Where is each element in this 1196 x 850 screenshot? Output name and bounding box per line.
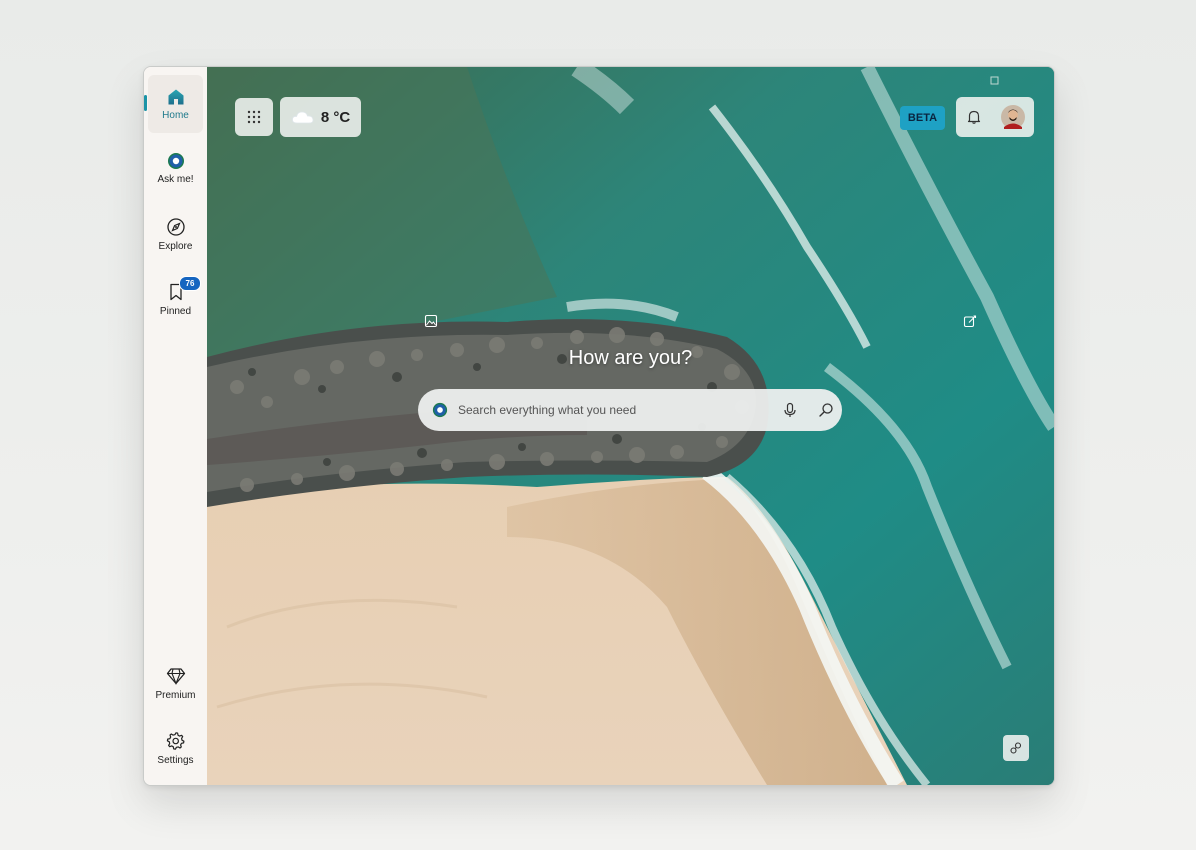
app-window: Home Ask me! Explore 76 Pinned Premium S… [143, 66, 1055, 786]
pinned-count-badge: 76 [179, 276, 201, 291]
customize-icon [1010, 742, 1022, 754]
edit-icon[interactable] [963, 314, 977, 328]
diamond-icon [166, 667, 185, 685]
sidebar-item-label: Explore [158, 240, 193, 252]
search-input[interactable] [456, 402, 770, 418]
beta-badge: BETA [900, 106, 945, 130]
sidebar-item-explore[interactable]: Explore [148, 205, 203, 263]
sidebar-item-label: Ask me! [157, 173, 194, 185]
active-indicator [144, 95, 147, 111]
main-content: 8 °C BETA How are you? Search everything… [207, 67, 1054, 785]
weather-temperature: 8 °C [320, 108, 351, 126]
weather-widget[interactable]: 8 °C [280, 97, 361, 137]
customize-button[interactable] [1003, 735, 1029, 761]
account-controls [956, 97, 1034, 137]
window-controls [990, 76, 999, 85]
sidebar-item-label: Home [162, 109, 189, 121]
search-bar[interactable] [418, 389, 842, 431]
sidebar-item-label: Pinned [159, 305, 192, 317]
sidebar-item-home[interactable]: Home [148, 75, 203, 133]
gear-icon [166, 731, 184, 750]
home-icon [168, 89, 183, 104]
bell-icon[interactable] [966, 109, 982, 125]
apps-button[interactable] [235, 98, 273, 136]
sidebar-item-label: Premium [155, 689, 196, 701]
sidebar-item-pinned[interactable]: 76 Pinned [148, 270, 203, 328]
compass-icon [166, 217, 185, 236]
sidebar-item-label: Settings [157, 754, 194, 766]
ask-me-icon [167, 152, 184, 169]
change-wallpaper-icon[interactable] [424, 314, 438, 328]
app-grid-icon [247, 110, 261, 124]
sidebar: Home Ask me! Explore 76 Pinned Premium S… [144, 67, 207, 785]
cloud-icon [291, 111, 314, 124]
sidebar-item-premium[interactable]: Premium [148, 654, 203, 712]
sidebar-item-settings[interactable]: Settings [148, 719, 203, 777]
greeting-heading: How are you? [568, 347, 693, 369]
avatar[interactable] [1000, 105, 1025, 129]
microphone-icon[interactable] [782, 402, 798, 418]
ask-me-icon [432, 402, 448, 418]
sidebar-item-ask-me[interactable]: Ask me! [148, 139, 203, 197]
search-icon[interactable] [818, 402, 834, 418]
